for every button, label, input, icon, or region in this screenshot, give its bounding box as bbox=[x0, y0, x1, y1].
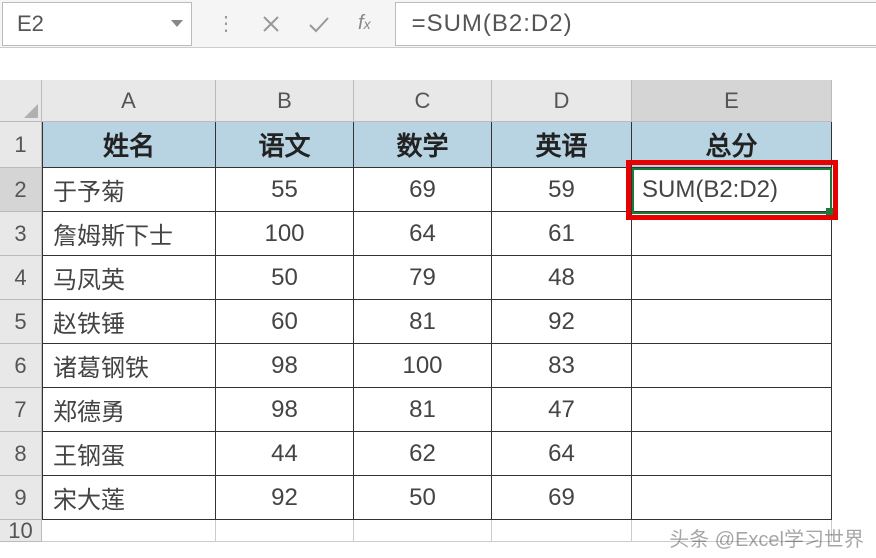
cell-a9[interactable]: 宋大莲 bbox=[42, 476, 216, 520]
cell-c4[interactable]: 79 bbox=[354, 256, 492, 300]
cell-a4[interactable]: 马凤英 bbox=[42, 256, 216, 300]
formula-text: =SUM(B2:D2) bbox=[412, 10, 573, 38]
cell-d9[interactable]: 69 bbox=[492, 476, 632, 520]
row-header-8[interactable]: 8 bbox=[0, 432, 42, 476]
gap bbox=[0, 48, 876, 80]
cell-a7[interactable]: 郑德勇 bbox=[42, 388, 216, 432]
name-box-dropdown-icon[interactable] bbox=[171, 20, 183, 27]
cell-a5[interactable]: 赵铁锤 bbox=[42, 300, 216, 344]
cell-b2[interactable]: 55 bbox=[216, 168, 354, 212]
table-row: 宋大莲 92 50 69 bbox=[42, 476, 832, 520]
cell-d8[interactable]: 64 bbox=[492, 432, 632, 476]
header-total[interactable]: 总分 bbox=[632, 122, 832, 168]
cell-c10[interactable] bbox=[354, 520, 492, 542]
table-row: 诸葛钢铁 98 100 83 bbox=[42, 344, 832, 388]
cell-b5[interactable]: 60 bbox=[216, 300, 354, 344]
cell-c2[interactable]: 69 bbox=[354, 168, 492, 212]
col-header-b[interactable]: B bbox=[216, 80, 354, 122]
row-headers: 1 2 3 4 5 6 7 8 9 10 bbox=[0, 122, 42, 542]
spreadsheet: A B C D E 1 2 3 4 5 6 7 8 9 10 姓名 语文 数学 … bbox=[0, 80, 876, 542]
header-row: 姓名 语文 数学 英语 总分 bbox=[42, 122, 832, 168]
col-header-a[interactable]: A bbox=[42, 80, 216, 122]
header-chinese[interactable]: 语文 bbox=[216, 122, 354, 168]
row-header-2[interactable]: 2 bbox=[0, 168, 42, 212]
cell-b6[interactable]: 98 bbox=[216, 344, 354, 388]
cell-d6[interactable]: 83 bbox=[492, 344, 632, 388]
formula-input[interactable]: =SUM(B2:D2) bbox=[395, 2, 876, 46]
table-row: 郑德勇 98 81 47 bbox=[42, 388, 832, 432]
cell-d3[interactable]: 61 bbox=[492, 212, 632, 256]
cell-c7[interactable]: 81 bbox=[354, 388, 492, 432]
name-box[interactable]: E2 bbox=[2, 2, 192, 46]
cancel-icon[interactable] bbox=[262, 15, 280, 33]
row-header-6[interactable]: 6 bbox=[0, 344, 42, 388]
cell-e3[interactable] bbox=[632, 212, 832, 256]
cell-c6[interactable]: 100 bbox=[354, 344, 492, 388]
row-header-1[interactable]: 1 bbox=[0, 122, 42, 168]
table-row: 王钢蛋 44 62 64 bbox=[42, 432, 832, 476]
select-all-button[interactable] bbox=[0, 80, 42, 122]
cell-d7[interactable]: 47 bbox=[492, 388, 632, 432]
watermark: 头条 @Excel学习世界 bbox=[669, 523, 864, 552]
header-math[interactable]: 数学 bbox=[354, 122, 492, 168]
cell-e6[interactable] bbox=[632, 344, 832, 388]
cell-c8[interactable]: 62 bbox=[354, 432, 492, 476]
row-header-5[interactable]: 5 bbox=[0, 300, 42, 344]
expand-icon[interactable]: ⋮ bbox=[216, 11, 234, 36]
enter-icon[interactable] bbox=[308, 15, 330, 33]
cell-b4[interactable]: 50 bbox=[216, 256, 354, 300]
cell-e8[interactable] bbox=[632, 432, 832, 476]
cell-b8[interactable]: 44 bbox=[216, 432, 354, 476]
header-name[interactable]: 姓名 bbox=[42, 122, 216, 168]
cell-d10[interactable] bbox=[492, 520, 632, 542]
col-header-d[interactable]: D bbox=[492, 80, 632, 122]
formula-bar-icons: ⋮ fx bbox=[192, 11, 395, 36]
cell-c9[interactable]: 50 bbox=[354, 476, 492, 520]
cell-e2[interactable]: SUM(B2:D2) bbox=[632, 168, 832, 212]
row-header-7[interactable]: 7 bbox=[0, 388, 42, 432]
cell-a6[interactable]: 诸葛钢铁 bbox=[42, 344, 216, 388]
formula-bar: E2 ⋮ fx =SUM(B2:D2) bbox=[0, 0, 876, 48]
cell-b9[interactable]: 92 bbox=[216, 476, 354, 520]
cell-d5[interactable]: 92 bbox=[492, 300, 632, 344]
cell-a10[interactable] bbox=[42, 520, 216, 542]
cell-e5[interactable] bbox=[632, 300, 832, 344]
grid: 姓名 语文 数学 英语 总分 于予菊 55 69 59 SUM(B2:D2) 詹… bbox=[42, 122, 832, 542]
col-header-c[interactable]: C bbox=[354, 80, 492, 122]
fx-icon[interactable]: fx bbox=[358, 12, 371, 35]
fill-handle[interactable] bbox=[826, 208, 834, 216]
table-row: 马凤英 50 79 48 bbox=[42, 256, 832, 300]
cell-d2[interactable]: 59 bbox=[492, 168, 632, 212]
cell-e7[interactable] bbox=[632, 388, 832, 432]
col-header-e[interactable]: E bbox=[632, 80, 832, 122]
table-row: 于予菊 55 69 59 SUM(B2:D2) bbox=[42, 168, 832, 212]
cell-c3[interactable]: 64 bbox=[354, 212, 492, 256]
cell-b3[interactable]: 100 bbox=[216, 212, 354, 256]
row-header-4[interactable]: 4 bbox=[0, 256, 42, 300]
header-english[interactable]: 英语 bbox=[492, 122, 632, 168]
cell-b7[interactable]: 98 bbox=[216, 388, 354, 432]
row-header-3[interactable]: 3 bbox=[0, 212, 42, 256]
cell-b10[interactable] bbox=[216, 520, 354, 542]
row-header-10[interactable]: 10 bbox=[0, 520, 42, 542]
column-headers: A B C D E bbox=[42, 80, 832, 122]
cell-d4[interactable]: 48 bbox=[492, 256, 632, 300]
table-row: 詹姆斯下士 100 64 61 bbox=[42, 212, 832, 256]
cell-a2[interactable]: 于予菊 bbox=[42, 168, 216, 212]
cell-e9[interactable] bbox=[632, 476, 832, 520]
cell-e4[interactable] bbox=[632, 256, 832, 300]
cell-c5[interactable]: 81 bbox=[354, 300, 492, 344]
cell-a3[interactable]: 詹姆斯下士 bbox=[42, 212, 216, 256]
table-row: 赵铁锤 60 81 92 bbox=[42, 300, 832, 344]
cell-a8[interactable]: 王钢蛋 bbox=[42, 432, 216, 476]
row-header-9[interactable]: 9 bbox=[0, 476, 42, 520]
name-box-value: E2 bbox=[17, 11, 44, 37]
